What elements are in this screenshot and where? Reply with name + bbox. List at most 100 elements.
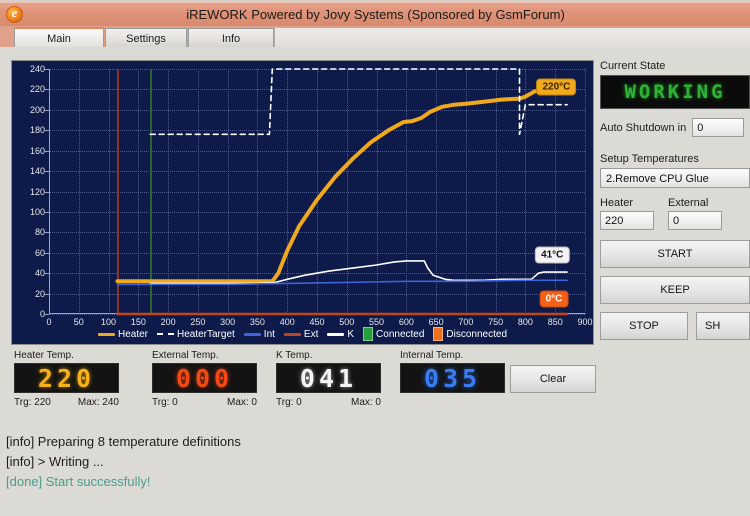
y-axis-tick-label: 240 [29,64,45,74]
external-field-group: External 0 [668,197,722,230]
gauge-k-temp: K Temp. 041 Trg: 0 Max: 0 [276,350,381,408]
temperature-gauges: Heater Temp. 220 Trg: 220 Max: 240 External … [14,350,594,412]
x-axis-tick-label: 600 [398,317,414,327]
chart-callout: 0°C [539,290,569,308]
tab-settings[interactable]: Settings [105,28,187,48]
x-axis-tick-label: 0 [46,317,52,327]
window-title: iREWORK Powered by Jovy Systems (Sponsor… [186,7,565,22]
x-axis-tick-label: 750 [488,317,504,327]
profile-select[interactable]: 2.Remove CPU Glue [600,168,750,188]
log-line: [done] Start successfully! [6,474,151,489]
y-axis-tick-label: 0 [39,309,45,319]
chart-legend: Heater HeaterTarget Int Ext K Connected Discon… [12,327,593,341]
y-tick-mark [45,314,49,315]
log-output: [info] Preparing 8 temperature definitio… [6,432,606,492]
external-field-label: External [668,197,709,209]
legend-label: Ext [303,328,319,340]
y-axis-tick-label: 180 [29,125,45,136]
gauge-target: Trg: 220 [14,397,51,408]
tab-strip: Main Settings Info [0,26,750,48]
legend-label: K [347,328,355,340]
x-axis-tick-label: 550 [369,317,385,327]
y-axis-tick-label: 80 [34,227,45,238]
heater-field-label: Heater [600,197,634,209]
legend-item-k: K [327,329,354,340]
series-heatertarget [149,68,568,136]
temperature-chart: 0 20 40 60 80 100 120 140 160 180 200 220 240 0 50 100 1… [11,60,594,345]
gauge-display: 220 [14,363,119,393]
x-axis-tick-label: 450 [309,317,325,327]
x-axis-tick-label: 900 [577,317,593,327]
gauge-value: 041 [299,363,358,393]
gauge-subinfo: Trg: 220 Max: 240 [14,397,119,408]
gauge-subinfo: Trg: 0 Max: 0 [152,397,257,408]
start-button[interactable]: START [600,240,750,268]
gauge-max: Max: 0 [226,397,257,408]
y-axis-tick-label: 20 [34,288,45,299]
legend-swatch [243,332,261,336]
legend-item-heatertarget: HeaterTarget [156,328,235,340]
tab-strip-filler [274,28,750,48]
stop-shutdown-row: STOP SH [600,312,750,340]
x-axis-tick-label: 400 [279,317,295,327]
x-axis-tick-label: 800 [517,317,533,327]
legend-item-heater: Heater [97,329,148,340]
legend-label: Disconnected [446,328,508,340]
y-axis-tick-label: 60 [34,247,45,258]
chart-plot-area: 0 20 40 60 80 100 120 140 160 180 200 220 240 0 50 100 1… [30,64,593,327]
chart-series-layer [115,68,570,316]
y-axis-tick-label: 40 [34,268,45,279]
legend-swatch [283,332,301,336]
title-bar: iREWORK Powered by Jovy Systems (Sponsor… [0,2,750,26]
gauge-value: 000 [175,363,234,393]
x-axis-tick-label: 50 [73,317,84,327]
gauge-display: 041 [276,363,381,393]
chart-callout: 41°C [535,246,570,264]
series-heater [115,87,570,284]
tab-main-label: Main [47,32,71,45]
clear-button[interactable]: Clear [510,365,596,393]
control-panel: Current State WORKING Auto Shutdown in 0… [600,60,750,350]
x-axis-tick-label: 350 [249,317,265,327]
tab-settings-label: Settings [126,32,166,45]
external-input[interactable]: 0 [668,211,722,230]
auto-shutdown-label: Auto Shutdown in [600,121,687,134]
x-axis-tick-label: 250 [190,317,206,327]
y-axis-tick-label: 200 [29,104,45,115]
x-axis-tick-label: 650 [428,317,444,327]
gauge-caption: K Temp. [276,350,313,361]
gauge-display: 035 [400,363,505,393]
x-axis-tick-label: 300 [220,317,236,327]
keep-button[interactable]: KEEP [600,276,750,304]
gauge-caption: Internal Temp. [400,350,464,361]
gauge-max: Max: 240 [77,397,119,408]
setup-temperatures-label: Setup Temperatures [600,153,699,165]
legend-item-int: Int [243,328,275,340]
legend-label: HeaterTarget [176,328,235,340]
auto-shutdown-input[interactable]: 0 [692,118,745,137]
chart-callout: 220°C [536,78,577,96]
x-axis-tick-label: 200 [160,317,176,327]
tab-info[interactable]: Info [188,28,274,48]
legend-item-connected: Connected [363,327,424,341]
stop-button[interactable]: STOP [600,312,688,340]
heater-field-group: Heater 220 [600,197,654,230]
application-window: iREWORK Powered by Jovy Systems (Sponsor… [0,0,750,516]
tab-main[interactable]: Main [14,27,104,48]
app-e-icon [6,5,23,23]
current-state-value: WORKING [624,81,726,103]
legend-label: Int [263,328,275,340]
log-line: [info] > Writing ... [6,454,104,469]
gauge-display: 000 [152,363,257,393]
x-axis-tick-label: 100 [101,317,117,327]
gridline-vertical [585,69,586,314]
auto-shutdown-row: Auto Shutdown in 0 [600,118,750,137]
heater-input[interactable]: 220 [600,211,654,230]
x-axis-tick-label: 500 [339,317,355,327]
shutdown-button[interactable]: SH [696,312,750,340]
x-axis-tick-label: 850 [547,317,563,327]
y-axis-tick-label: 160 [29,145,45,156]
current-state-display: WORKING [600,75,750,109]
gauge-value: 035 [423,363,482,393]
gauge-target: Trg: 0 [276,397,302,408]
